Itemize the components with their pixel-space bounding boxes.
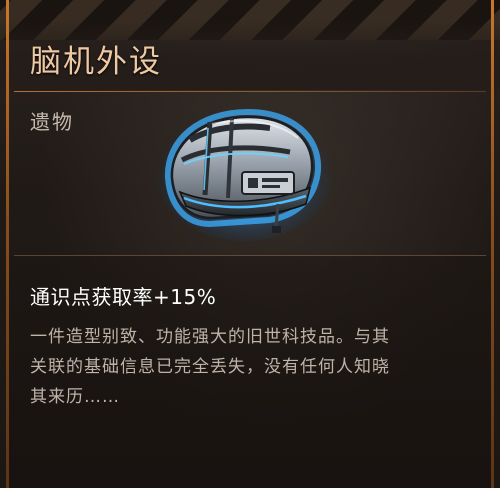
item-detail-card: 脑机外设 遗物 通识点获取率+15% 一件造型别致、功能强大的旧世科技品。与其 … bbox=[0, 0, 500, 488]
title-divider bbox=[14, 91, 486, 92]
item-category: 遗物 bbox=[30, 110, 74, 134]
item-effect: 通识点获取率+15% bbox=[30, 285, 217, 309]
right-trim bbox=[491, 0, 494, 488]
item-description: 一件造型别致、功能强大的旧世科技品。与其 关联的基础信息已完全丢失，没有任何人知… bbox=[30, 327, 390, 407]
helmet-icon bbox=[157, 108, 333, 241]
item-name: 脑机外设 bbox=[30, 44, 162, 80]
